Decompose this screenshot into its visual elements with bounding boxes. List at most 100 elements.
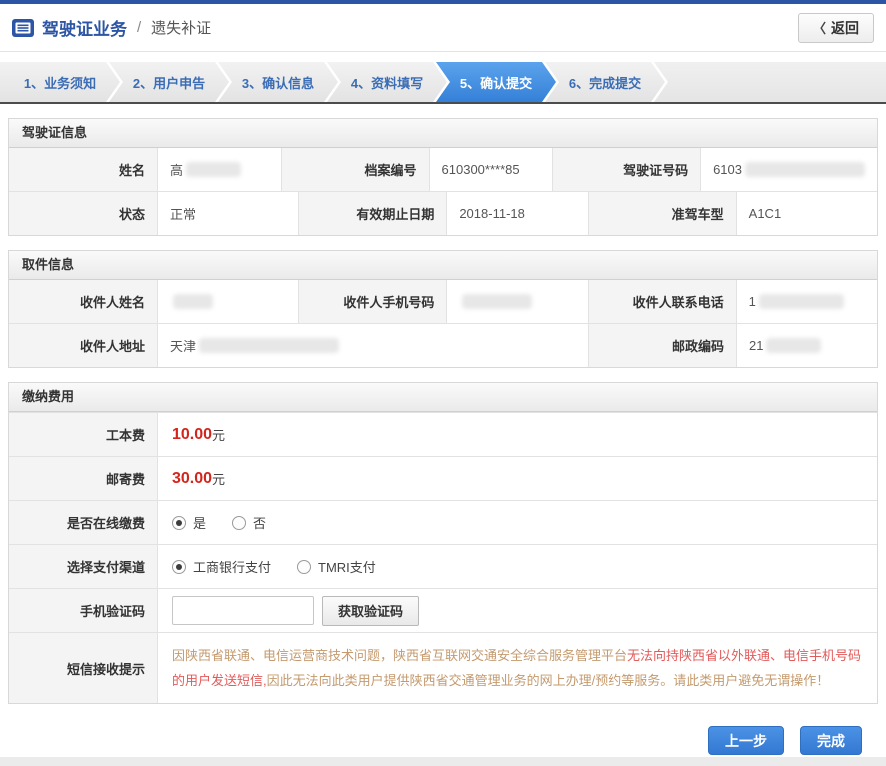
- step-5-label: 5、确认提交: [460, 73, 532, 92]
- file-no-label: 档案编号: [281, 148, 429, 191]
- step-4-fill-data[interactable]: 4、资料填写: [327, 62, 447, 102]
- status-label: 状态: [9, 192, 157, 235]
- address-label: 收件人地址: [9, 324, 157, 367]
- pickup-info-row-2: 收件人地址 天津 邮政编码 21: [9, 323, 877, 367]
- step-3-confirm-info[interactable]: 3、确认信息: [218, 62, 338, 102]
- step-filler: [654, 62, 886, 102]
- status-value: 正常: [157, 192, 298, 235]
- step-2-label: 2、用户申告: [133, 73, 205, 92]
- production-fee-amount: 10.00: [172, 426, 212, 444]
- zip-value: 21: [736, 324, 877, 367]
- redaction-blob: [186, 162, 241, 177]
- address-value: 天津: [157, 324, 588, 367]
- vehicle-class-value: A1C1: [736, 192, 877, 235]
- redaction-blob: [462, 294, 532, 309]
- previous-step-button[interactable]: 上一步: [708, 726, 784, 755]
- pickup-info-section: 取件信息 收件人姓名 收件人手机号码 收件人联系电话 1 收件人地址 天津 邮政…: [8, 250, 878, 368]
- sms-code-controls: 获取验证码: [157, 589, 877, 632]
- expiry-value: 2018-11-18: [446, 192, 587, 235]
- payment-channel-options: 工商银行支付 TMRI支付: [157, 545, 877, 588]
- production-fee-label: 工本费: [9, 413, 157, 456]
- recipient-name-label: 收件人姓名: [9, 280, 157, 323]
- radio-option-yes[interactable]: 是: [172, 513, 206, 532]
- sms-notice-text: 因陕西省联通、电信运营商技术问题，陕西省互联网交通安全综合服务管理平台无法向持陕…: [157, 633, 877, 703]
- back-button-label: 返回: [831, 18, 859, 38]
- license-info-title: 驾驶证信息: [9, 119, 877, 148]
- step-divider-line: [0, 102, 886, 104]
- file-no-value: 610300****85: [429, 148, 553, 191]
- postage-fee-label: 邮寄费: [9, 457, 157, 500]
- radio-no-label: 否: [253, 513, 266, 532]
- chevron-left-icon: 〈: [813, 18, 826, 37]
- postage-fee-unit: 元: [212, 469, 225, 488]
- payment-channel-row: 选择支付渠道 工商银行支付 TMRI支付: [9, 544, 877, 588]
- notice-text-part3: 因此无法向此类用户提供陕西省交通管理业务的网上办理/预约等服务。请此类用户避免无…: [267, 673, 830, 688]
- recipient-mobile-value: [446, 280, 587, 323]
- name-value: 高: [157, 148, 281, 191]
- payment-section: 缴纳费用 工本费 10.00元 邮寄费 30.00元 是否在线缴费 是: [8, 382, 878, 704]
- license-info-section: 驾驶证信息 姓名 高 档案编号 610300****85 驾驶证号码 6103 …: [8, 118, 878, 236]
- sms-notice-row: 短信接收提示 因陕西省联通、电信运营商技术问题，陕西省互联网交通安全综合服务管理…: [9, 632, 877, 703]
- license-no-label: 驾驶证号码: [552, 148, 700, 191]
- step-6-complete-submit[interactable]: 6、完成提交: [545, 62, 665, 102]
- get-sms-code-button[interactable]: 获取验证码: [322, 596, 419, 626]
- step-navigation: 1、业务须知 2、用户申告 3、确认信息 4、资料填写 5、确认提交 6、完成提…: [0, 62, 886, 102]
- license-info-row-2: 状态 正常 有效期止日期 2018-11-18 准驾车型 A1C1: [9, 191, 877, 235]
- step-1-business-notice[interactable]: 1、业务须知: [0, 62, 120, 102]
- license-service-icon: [12, 19, 34, 37]
- breadcrumb: 驾驶证业务 / 遗失补证: [12, 15, 211, 40]
- recipient-name-value: [157, 280, 298, 323]
- page-header: 驾驶证业务 / 遗失补证 〈 返回: [0, 4, 886, 52]
- radio-yes-label: 是: [193, 513, 206, 532]
- finish-button[interactable]: 完成: [800, 726, 862, 755]
- radio-unchecked-icon[interactable]: [232, 516, 246, 530]
- sms-notice-label: 短信接收提示: [9, 633, 157, 703]
- step-5-confirm-submit[interactable]: 5、确认提交: [436, 62, 556, 102]
- radio-checked-icon[interactable]: [172, 560, 186, 574]
- step-2-user-declaration[interactable]: 2、用户申告: [109, 62, 229, 102]
- step-6-label: 6、完成提交: [569, 73, 641, 92]
- redaction-blob: [199, 338, 339, 353]
- page: 驾驶证业务 / 遗失补证 〈 返回 1、业务须知 2、用户申告 3、确认信息 4…: [0, 0, 886, 766]
- pickup-info-row-1: 收件人姓名 收件人手机号码 收件人联系电话 1: [9, 280, 877, 323]
- production-fee-value: 10.00元: [157, 413, 877, 456]
- radio-option-tmri[interactable]: TMRI支付: [297, 557, 376, 576]
- radio-option-no[interactable]: 否: [232, 513, 266, 532]
- online-payment-label: 是否在线缴费: [9, 501, 157, 544]
- zip-label: 邮政编码: [588, 324, 736, 367]
- pickup-info-title: 取件信息: [9, 251, 877, 280]
- redaction-blob: [759, 294, 844, 309]
- redaction-blob: [173, 294, 213, 309]
- recipient-phone-label: 收件人联系电话: [588, 280, 736, 323]
- step-4-label: 4、资料填写: [351, 73, 423, 92]
- page-title: 驾驶证业务: [42, 15, 127, 40]
- license-no-value: 6103: [700, 148, 877, 191]
- license-info-row-1: 姓名 高 档案编号 610300****85 驾驶证号码 6103: [9, 148, 877, 191]
- postage-fee-value: 30.00元: [157, 457, 877, 500]
- radio-unchecked-icon[interactable]: [297, 560, 311, 574]
- sms-code-input[interactable]: [172, 596, 314, 625]
- bottom-strip: [0, 757, 886, 766]
- payment-channel-label: 选择支付渠道: [9, 545, 157, 588]
- sms-code-row: 手机验证码 获取验证码: [9, 588, 877, 632]
- breadcrumb-current: 遗失补证: [151, 17, 211, 38]
- breadcrumb-separator: /: [137, 19, 141, 36]
- payment-title: 缴纳费用: [9, 383, 877, 412]
- radio-option-icbc[interactable]: 工商银行支付: [172, 557, 271, 576]
- recipient-phone-value: 1: [736, 280, 877, 323]
- online-payment-row: 是否在线缴费 是 否: [9, 500, 877, 544]
- step-3-label: 3、确认信息: [242, 73, 314, 92]
- redaction-blob: [745, 162, 865, 177]
- back-button[interactable]: 〈 返回: [798, 13, 874, 43]
- fee-row-postage: 邮寄费 30.00元: [9, 456, 877, 500]
- name-label: 姓名: [9, 148, 157, 191]
- postage-fee-amount: 30.00: [172, 470, 212, 488]
- recipient-mobile-label: 收件人手机号码: [298, 280, 446, 323]
- radio-icbc-label: 工商银行支付: [193, 557, 271, 576]
- sms-code-label: 手机验证码: [9, 589, 157, 632]
- radio-checked-icon[interactable]: [172, 516, 186, 530]
- redaction-blob: [766, 338, 821, 353]
- fee-row-production: 工本费 10.00元: [9, 412, 877, 456]
- footer-actions: 上一步 完成: [0, 726, 862, 755]
- step-1-label: 1、业务须知: [24, 73, 96, 92]
